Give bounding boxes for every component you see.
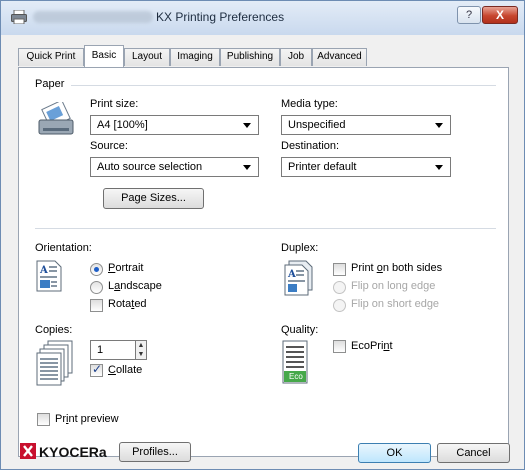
tab-publishing[interactable]: Publishing: [220, 48, 280, 66]
print-both-sides-checkbox[interactable]: [333, 263, 346, 276]
basic-tab-panel: Paper Print size: A4 [100%] Media type: …: [18, 67, 509, 457]
svg-text:A: A: [287, 269, 296, 280]
printing-preferences-dialog: KX Printing Preferences ? X Quick Print …: [0, 0, 525, 470]
duplex-page-icon: A: [284, 260, 313, 296]
tab-quick-print[interactable]: Quick Print: [18, 48, 84, 66]
eco-badge: Eco: [289, 372, 303, 381]
chevron-down-icon: [435, 123, 443, 128]
print-preview-checkbox[interactable]: [37, 413, 50, 426]
help-button[interactable]: ?: [457, 6, 481, 24]
destination-select[interactable]: Printer default: [281, 157, 451, 177]
ecoprint-label[interactable]: EcoPrint: [351, 340, 393, 352]
landscape-label[interactable]: Landscape: [108, 280, 162, 292]
cancel-button[interactable]: Cancel: [437, 443, 510, 463]
media-type-label: Media type:: [281, 98, 338, 110]
print-both-sides-label[interactable]: Print on both sides: [351, 262, 442, 274]
media-type-value: Unspecified: [288, 119, 346, 131]
flip-short-edge-label[interactable]: Flip on short edge: [351, 298, 439, 310]
collate-label[interactable]: Collate: [108, 364, 142, 376]
portrait-label[interactable]: Portrait: [108, 262, 143, 274]
tab-imaging[interactable]: Imaging: [170, 48, 220, 66]
paper-group-label: Paper: [35, 78, 65, 90]
orientation-label: Orientation:: [35, 242, 92, 254]
chevron-down-icon: [243, 123, 251, 128]
tab-layout[interactable]: Layout: [124, 48, 170, 66]
quality-label: Quality:: [281, 324, 319, 336]
copies-input[interactable]: 1: [90, 340, 136, 360]
copies-label: Copies:: [35, 324, 73, 336]
printer-name-redacted: [33, 11, 153, 23]
window-title: KX Printing Preferences: [156, 10, 285, 24]
profiles-button[interactable]: Profiles...: [119, 442, 191, 462]
chevron-down-icon: [243, 165, 251, 170]
destination-value: Printer default: [288, 161, 357, 173]
section-divider: [35, 228, 496, 229]
rotated-label[interactable]: Rotated: [108, 298, 147, 310]
kyocera-logo: KYOCERa: [20, 443, 107, 460]
print-size-value: A4 [100%]: [97, 119, 148, 131]
close-button[interactable]: X: [482, 6, 518, 24]
tab-job[interactable]: Job: [280, 48, 312, 66]
chevron-up-icon[interactable]: ▲: [136, 341, 146, 350]
landscape-radio[interactable]: [90, 281, 103, 294]
paper-group-divider: [71, 85, 496, 86]
source-select[interactable]: Auto source selection: [90, 157, 259, 177]
copies-stepper[interactable]: ▲ ▼: [135, 340, 147, 360]
chevron-down-icon[interactable]: ▼: [136, 350, 146, 359]
svg-text:KYOCERa: KYOCERa: [39, 444, 107, 460]
rotated-checkbox[interactable]: [90, 299, 103, 312]
portrait-page-icon: A: [36, 260, 62, 292]
flip-long-edge-radio[interactable]: [333, 281, 346, 294]
source-value: Auto source selection: [97, 161, 203, 173]
duplex-label: Duplex:: [281, 242, 319, 254]
flip-short-edge-radio[interactable]: [333, 299, 346, 312]
ecoprint-checkbox[interactable]: [333, 340, 346, 353]
tab-advanced[interactable]: Advanced: [312, 48, 367, 66]
media-type-select[interactable]: Unspecified: [281, 115, 451, 135]
printer-icon: [11, 10, 27, 24]
collate-checkbox[interactable]: [90, 362, 103, 377]
print-preview-label[interactable]: Print preview: [55, 413, 119, 425]
ok-button[interactable]: OK: [358, 443, 431, 463]
print-size-label: Print size:: [90, 98, 139, 110]
paper-size-icon: [38, 102, 74, 135]
svg-text:A: A: [39, 265, 48, 276]
portrait-radio[interactable]: [90, 263, 103, 276]
tab-basic[interactable]: Basic: [84, 45, 124, 67]
title-bar: KX Printing Preferences ? X: [1, 1, 524, 35]
source-label: Source:: [90, 140, 128, 152]
flip-long-edge-label[interactable]: Flip on long edge: [351, 280, 435, 292]
copies-stack-icon: [36, 340, 73, 386]
destination-label: Destination:: [281, 140, 340, 152]
print-size-select[interactable]: A4 [100%]: [90, 115, 259, 135]
page-sizes-button[interactable]: Page Sizes...: [103, 188, 204, 209]
chevron-down-icon: [435, 165, 443, 170]
